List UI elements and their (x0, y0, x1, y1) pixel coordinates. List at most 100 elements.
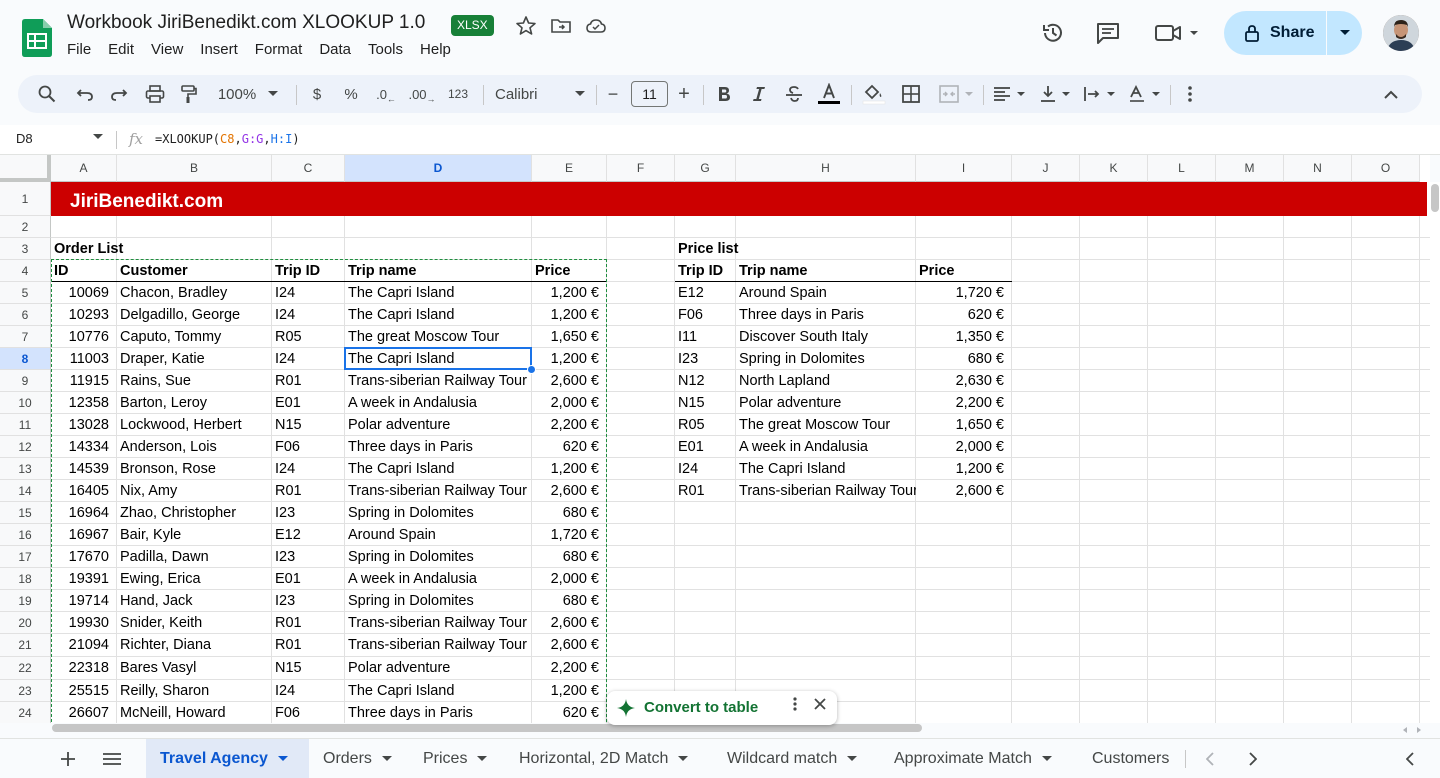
row-header-16[interactable]: 16 (0, 524, 51, 546)
column-header-j[interactable]: J (1012, 155, 1080, 182)
column-header-e[interactable]: E (532, 155, 607, 182)
row-header-22[interactable]: 22 (0, 657, 51, 680)
row-header-19[interactable]: 19 (0, 590, 51, 612)
price-list-trip-id-cell[interactable]: I11 (675, 326, 736, 348)
side-panel-toggle-button[interactable] (1398, 739, 1422, 778)
price-list-price-cell[interactable]: 1,350 € (916, 326, 1012, 348)
row-header-8[interactable]: 8 (0, 348, 51, 370)
row-header-13[interactable]: 13 (0, 458, 51, 480)
price-list-trip-name-cell[interactable]: Trans-siberian Railway Tour (736, 480, 916, 502)
row-header-14[interactable]: 14 (0, 480, 51, 502)
percent-format-button[interactable]: % (339, 75, 363, 113)
text-wrapping-button[interactable] (1080, 75, 1118, 113)
formula-input[interactable]: =XLOOKUP(C8,G:G,H:I) (155, 132, 300, 146)
menu-insert[interactable]: Insert (200, 41, 238, 58)
column-header-k[interactable]: K (1080, 155, 1148, 182)
column-header-a[interactable]: A (51, 155, 117, 182)
price-list-trip-id-cell[interactable]: I24 (675, 458, 736, 480)
select-all-corner[interactable] (0, 155, 51, 182)
price-list-trip-name-cell[interactable]: Polar adventure (736, 392, 916, 414)
sheets-logo-icon[interactable] (22, 19, 52, 57)
add-sheet-button[interactable] (56, 739, 80, 778)
column-header-f[interactable]: F (607, 155, 675, 182)
caret-down-icon[interactable] (277, 756, 288, 762)
column-header-c[interactable]: C (272, 155, 345, 182)
price-header-cell[interactable]: Trip ID (675, 260, 736, 282)
convert-more-button[interactable] (785, 697, 805, 719)
convert-close-button[interactable] (809, 697, 831, 719)
price-list-price-cell[interactable]: 1,650 € (916, 414, 1012, 436)
price-list-trip-name-cell[interactable]: Spring in Dolomites (736, 348, 916, 370)
sheet-tab-5[interactable]: Approximate Match (880, 739, 1078, 778)
menu-format[interactable]: Format (255, 41, 303, 58)
row-header-6[interactable]: 6 (0, 304, 51, 326)
fill-color-button[interactable] (860, 75, 888, 113)
vertical-align-button[interactable] (1036, 75, 1074, 113)
order-list-title[interactable]: Order List (51, 238, 272, 260)
decrease-font-size-button[interactable]: − (603, 75, 623, 113)
row-header-17[interactable]: 17 (0, 546, 51, 568)
name-box[interactable]: D8 (16, 131, 33, 146)
scroll-tabs-left-button[interactable] (1198, 739, 1222, 778)
column-header-i[interactable]: I (916, 155, 1012, 182)
row-header-7[interactable]: 7 (0, 326, 51, 348)
price-list-trip-name-cell[interactable]: A week in Andalusia (736, 436, 916, 458)
column-header-o[interactable]: O (1352, 155, 1420, 182)
price-list-price-cell[interactable]: 2,630 € (916, 370, 1012, 392)
column-header-m[interactable]: M (1216, 155, 1284, 182)
increase-font-size-button[interactable]: + (674, 75, 694, 113)
menu-file[interactable]: File (67, 41, 91, 58)
price-list-trip-name-cell[interactable]: Discover South Italy (736, 326, 916, 348)
collapse-toolbar-button[interactable] (1378, 75, 1404, 113)
user-avatar[interactable] (1383, 15, 1419, 51)
row-header-18[interactable]: 18 (0, 568, 51, 590)
price-list-price-cell[interactable]: 2,600 € (916, 480, 1012, 502)
column-header-b[interactable]: B (117, 155, 272, 182)
caret-down-icon[interactable] (93, 134, 103, 140)
meet-video-icon[interactable] (1154, 20, 1202, 46)
convert-to-table-button[interactable]: Convert to table (644, 699, 758, 716)
print-button[interactable] (142, 75, 168, 113)
sheet-tab-4[interactable]: Wildcard match (713, 739, 880, 778)
row-header-2[interactable]: 2 (0, 216, 51, 238)
strikethrough-button[interactable] (782, 75, 806, 113)
fill-handle[interactable] (527, 365, 536, 374)
menu-data[interactable]: Data (319, 41, 351, 58)
price-list-trip-id-cell[interactable]: R01 (675, 480, 736, 502)
caret-down-icon[interactable] (678, 756, 689, 762)
column-header-d[interactable]: D (345, 155, 532, 182)
row-header-10[interactable]: 10 (0, 392, 51, 414)
price-list-trip-id-cell[interactable]: R05 (675, 414, 736, 436)
undo-button[interactable] (72, 75, 98, 113)
row-header-1[interactable]: 1 (0, 182, 51, 216)
row-header-20[interactable]: 20 (0, 612, 51, 634)
row-header-12[interactable]: 12 (0, 436, 51, 458)
row-header-23[interactable]: 23 (0, 680, 51, 702)
row-header-3[interactable]: 3 (0, 238, 51, 260)
vertical-scrollbar[interactable] (1430, 182, 1440, 723)
menu-tools[interactable]: Tools (368, 41, 403, 58)
price-list-trip-name-cell[interactable]: The Capri Island (736, 458, 916, 480)
menu-view[interactable]: View (151, 41, 183, 58)
spreadsheet-grid[interactable]: JiriBenedikt.com ABCDEFGHIJKLMNO12345678… (0, 155, 1430, 723)
column-header-g[interactable]: G (675, 155, 736, 182)
currency-format-button[interactable]: $ (305, 75, 329, 113)
row-header-21[interactable]: 21 (0, 634, 51, 657)
price-list-trip-id-cell[interactable]: N12 (675, 370, 736, 392)
price-list-price-cell[interactable]: 2,200 € (916, 392, 1012, 414)
price-list-price-cell[interactable]: 1,200 € (916, 458, 1012, 480)
row-header-11[interactable]: 11 (0, 414, 51, 436)
price-list-trip-name-cell[interactable]: The great Moscow Tour (736, 414, 916, 436)
cloud-saved-icon[interactable] (584, 14, 608, 38)
price-header-cell[interactable]: Trip name (736, 260, 916, 282)
text-rotation-button[interactable] (1125, 75, 1163, 113)
bold-button[interactable] (713, 75, 735, 113)
italic-button[interactable] (748, 75, 770, 113)
borders-button[interactable] (898, 75, 924, 113)
sheet-tab-1[interactable]: Orders (309, 739, 409, 778)
sheet-tab-3[interactable]: Horizontal, 2D Match (505, 739, 713, 778)
share-button[interactable]: Share (1224, 11, 1326, 55)
price-list-trip-name-cell[interactable]: Three days in Paris (736, 304, 916, 326)
caret-down-icon[interactable] (1041, 756, 1052, 762)
price-list-price-cell[interactable]: 1,720 € (916, 282, 1012, 304)
